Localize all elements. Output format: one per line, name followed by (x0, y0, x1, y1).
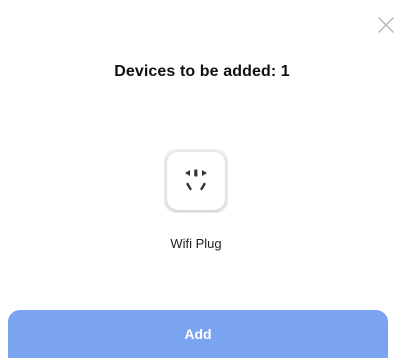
add-button[interactable]: Add (8, 310, 388, 358)
dialog-title: Devices to be added: 1 (114, 63, 290, 80)
close-icon (378, 17, 394, 33)
device-label: Wifi Plug (170, 236, 222, 251)
device-item-wifi-plug[interactable] (164, 149, 228, 213)
outlet-slots-graphic (185, 169, 207, 191)
close-button[interactable] (375, 14, 397, 36)
